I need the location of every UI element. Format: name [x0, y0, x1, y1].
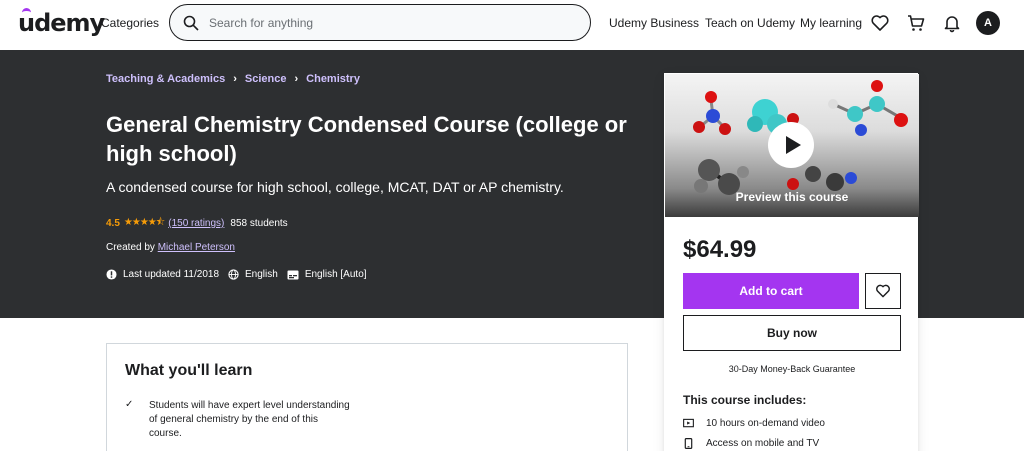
- ratings-count-link[interactable]: (150 ratings): [168, 218, 224, 229]
- check-icon: ✓: [125, 399, 134, 410]
- mobile-icon: [684, 438, 693, 449]
- last-updated-text: Last updated 11/2018: [123, 269, 220, 280]
- avatar[interactable]: A: [976, 11, 1000, 35]
- created-by: Created by Michael Peterson: [106, 242, 235, 253]
- captions: English [Auto]: [287, 269, 367, 280]
- course-title: General Chemistry Condensed Course (coll…: [106, 112, 627, 166]
- money-back-guarantee: 30-Day Money-Back Guarantee: [728, 364, 856, 374]
- breadcrumb-chemistry[interactable]: Chemistry: [306, 73, 360, 85]
- what-youll-learn: What you'll learn ✓ Students will have e…: [106, 343, 628, 451]
- language-text: English: [245, 269, 278, 280]
- includes-item: Access on mobile and TV: [683, 438, 819, 449]
- buy-now-button[interactable]: Buy now: [683, 315, 901, 351]
- cart-icon[interactable]: [906, 13, 926, 33]
- udemy-business-link[interactable]: Udemy Business: [609, 16, 699, 30]
- rating-row: 4.5 ★★★★⯪ (150 ratings) 858 students: [106, 215, 288, 232]
- teach-on-udemy-link[interactable]: Teach on Udemy: [705, 16, 795, 30]
- chevron-right-icon: ›: [294, 73, 299, 85]
- breadcrumb-science[interactable]: Science: [245, 73, 287, 85]
- udemy-logo[interactable]: udemy: [18, 9, 105, 37]
- language: English: [228, 269, 278, 280]
- bell-icon[interactable]: [942, 13, 962, 33]
- alert-badge-icon: [106, 269, 117, 280]
- wishlist-button[interactable]: [865, 273, 901, 309]
- learn-item-text: Students will have expert level understa…: [149, 400, 350, 439]
- search-input[interactable]: [209, 13, 579, 33]
- learn-item: ✓ Students will have expert level unders…: [125, 399, 353, 441]
- breadcrumb: Teaching & Academics › Science › Chemist…: [106, 73, 360, 85]
- search-icon[interactable]: [183, 15, 199, 31]
- play-icon: [785, 136, 801, 154]
- heart-icon: [876, 284, 890, 298]
- includes-title: This course includes:: [683, 393, 807, 407]
- search-bar[interactable]: [169, 4, 591, 41]
- course-subtitle: A condensed course for high school, coll…: [106, 179, 564, 195]
- captions-icon: [287, 270, 299, 279]
- course-meta: Last updated 11/2018 English English [Au…: [106, 269, 376, 280]
- chevron-right-icon: ›: [233, 73, 237, 85]
- captions-text: English [Auto]: [304, 269, 367, 280]
- top-nav: udemy Categories Udemy Business Teach on…: [0, 0, 1024, 50]
- created-by-label: Created by: [106, 242, 155, 253]
- course-preview[interactable]: Preview this course: [665, 74, 919, 217]
- my-learning-link[interactable]: My learning: [800, 16, 862, 30]
- last-updated: Last updated 11/2018: [106, 269, 219, 280]
- play-button[interactable]: [768, 122, 814, 168]
- heart-icon[interactable]: [870, 13, 890, 33]
- instructor-link[interactable]: Michael Peterson: [158, 242, 235, 253]
- students-count: 858 students: [230, 218, 288, 229]
- includes-item-label: Access on mobile and TV: [706, 438, 820, 449]
- add-to-cart-button[interactable]: Add to cart: [683, 273, 859, 309]
- video-icon: [683, 418, 694, 428]
- learn-title: What you'll learn: [125, 362, 253, 379]
- globe-icon: [228, 269, 239, 280]
- breadcrumb-teaching-academics[interactable]: Teaching & Academics: [106, 73, 225, 85]
- course-price: $64.99: [683, 236, 757, 263]
- purchase-card: Preview this course $64.99 Add to cart B…: [664, 73, 919, 451]
- star-rating-icon: ★★★★⯪: [123, 217, 165, 228]
- preview-label[interactable]: Preview this course: [665, 190, 919, 204]
- logo-cap-icon: [22, 8, 31, 13]
- includes-item: 10 hours on-demand video: [683, 418, 825, 429]
- rating-value: 4.5: [106, 218, 120, 229]
- categories-link[interactable]: Categories: [101, 16, 159, 30]
- includes-item-label: 10 hours on-demand video: [706, 418, 825, 429]
